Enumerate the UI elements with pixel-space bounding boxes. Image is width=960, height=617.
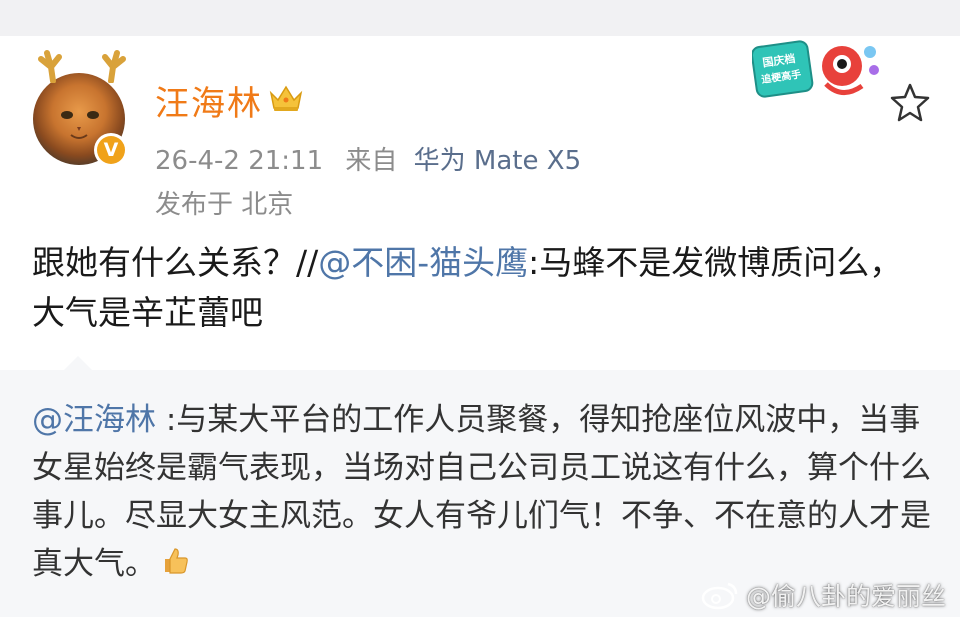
verified-badge-icon: V — [94, 133, 128, 167]
watermark-text: @偷八卦的爱丽丝 — [746, 582, 947, 611]
source-prefix: 来自 — [345, 146, 398, 176]
quoted-post-text: @汪海林 :与某大平台的工作人员聚餐，得知抢座位风波中，当事女星始终是霸气表现，… — [32, 396, 937, 590]
watermark: @偷八卦的爱丽丝 — [700, 577, 946, 613]
national-day-sticker[interactable]: 国庆档 追梗高手 — [752, 40, 892, 108]
crown-icon — [269, 85, 303, 111]
post-text-before: 跟她有什么关系？// — [32, 243, 319, 282]
mention-link[interactable]: @不困-猫头鹰 — [318, 243, 528, 282]
username[interactable]: 汪海林 — [155, 76, 263, 125]
quoted-mention-link[interactable]: @汪海林 — [32, 402, 156, 438]
post-time: 26-4-2 21:11 — [155, 146, 324, 176]
post-location: 发布于 北京 — [155, 190, 294, 220]
post-meta: 26-4-2 21:11 来自 华为 Mate X5 — [155, 140, 581, 177]
post-body: 跟她有什么关系？//@不困-猫头鹰:马蜂不是发微博质问么，大气是辛芷蕾吧 — [32, 238, 932, 338]
device-link[interactable]: 华为 Mate X5 — [414, 146, 581, 176]
thumbs-up-icon — [160, 542, 190, 590]
top-divider-strip — [0, 0, 960, 36]
favorite-star-icon[interactable] — [890, 82, 930, 122]
quote-pointer — [62, 356, 94, 372]
weibo-logo-icon — [701, 582, 738, 610]
